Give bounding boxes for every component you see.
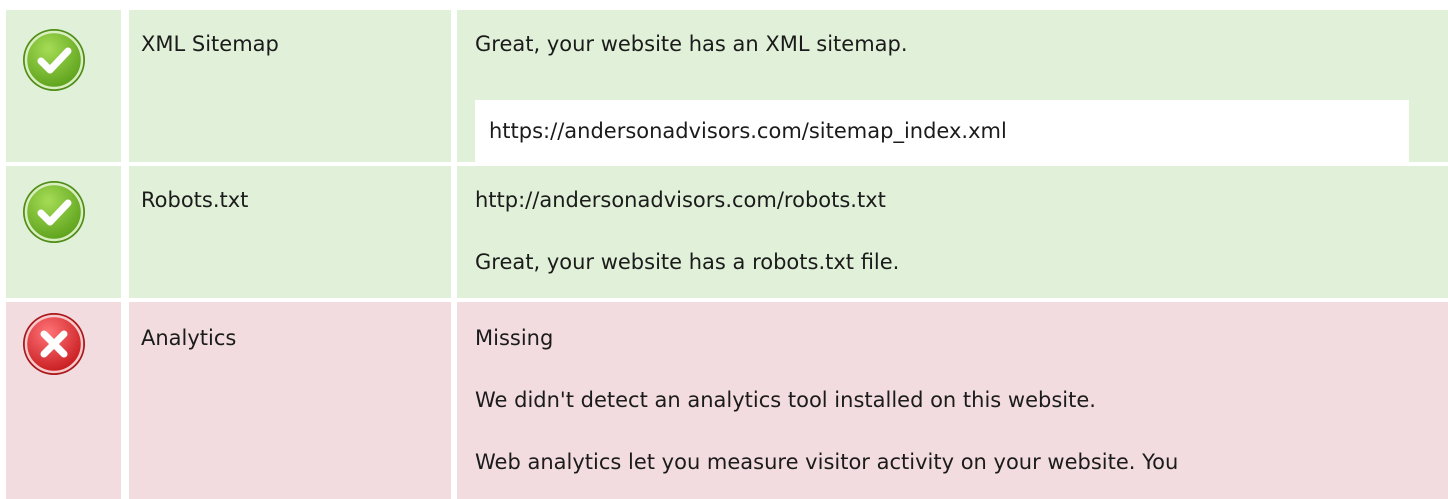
- robots-url[interactable]: http://andersonadvisors.com/robots.txt: [475, 186, 886, 214]
- table-row-xml-sitemap: XML Sitemap Great, your website has an X…: [0, 10, 1448, 162]
- check-message: Great, your website has a robots.txt fil…: [475, 250, 900, 274]
- check-name: Robots.txt: [141, 188, 249, 212]
- check-message: Great, your website has an XML sitemap.: [475, 32, 908, 56]
- check-name: Analytics: [141, 326, 237, 350]
- check-circle-icon: [22, 180, 86, 244]
- check-value-cell: Great, your website has an XML sitemap. …: [457, 10, 1448, 162]
- cross-circle-icon: [22, 312, 86, 376]
- check-name-cell: Analytics: [129, 302, 451, 499]
- table-row-robots-txt: Robots.txt http://andersonadvisors.com/r…: [0, 166, 1448, 298]
- check-message: We didn't detect an analytics tool insta…: [475, 388, 1096, 412]
- check-value-cell: Missing We didn't detect an analytics to…: [457, 302, 1448, 499]
- check-detail: Web analytics let you measure visitor ac…: [475, 450, 1179, 474]
- sitemap-url[interactable]: https://andersonadvisors.com/sitemap_ind…: [489, 117, 1007, 145]
- check-name: XML Sitemap: [141, 32, 279, 56]
- status-cell: [6, 302, 121, 499]
- table-row-analytics: Analytics Missing We didn't detect an an…: [0, 302, 1448, 499]
- sitemap-url-box: https://andersonadvisors.com/sitemap_ind…: [475, 100, 1409, 162]
- status-cell: [6, 166, 121, 298]
- check-name-cell: XML Sitemap: [129, 10, 451, 162]
- check-circle-icon: [22, 28, 86, 92]
- check-value-cell: http://andersonadvisors.com/robots.txt G…: [457, 166, 1448, 298]
- status-cell: [6, 10, 121, 162]
- analytics-status: Missing: [475, 326, 554, 350]
- check-name-cell: Robots.txt: [129, 166, 451, 298]
